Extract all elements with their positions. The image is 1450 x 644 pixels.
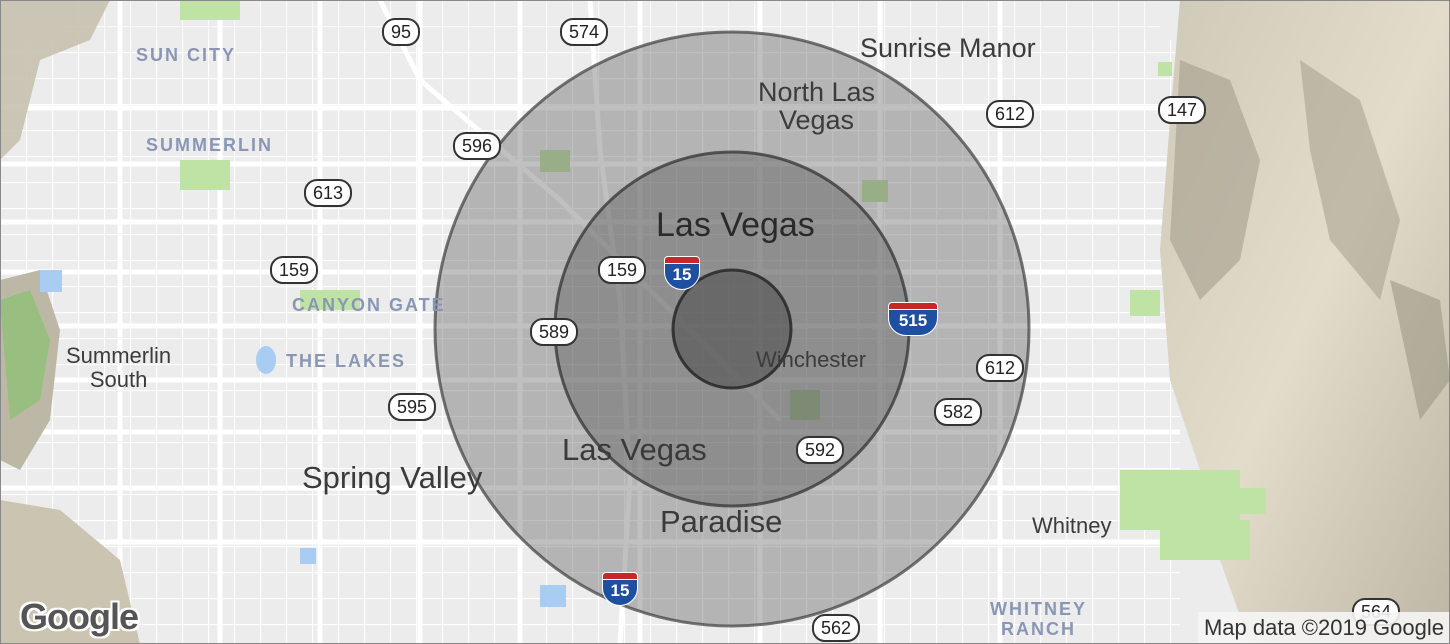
route-shield: 613: [304, 179, 353, 207]
label-paradise: Paradise: [660, 504, 783, 539]
route-shield: 612: [976, 354, 1025, 382]
google-logo[interactable]: Google: [20, 596, 139, 638]
label-canyon-gate: CANYON GATE: [292, 295, 446, 315]
route-shield: 592: [796, 436, 845, 464]
label-sun-city: SUN CITY: [136, 45, 237, 65]
label-winchester: Winchester: [756, 347, 867, 372]
route-shield: 574: [560, 18, 609, 46]
route-shield: 612: [986, 100, 1035, 128]
route-shield: 589: [530, 318, 579, 346]
interstate-shield: 15: [602, 572, 638, 606]
map-attribution[interactable]: Map data ©2019 Google: [1197, 612, 1450, 644]
route-shield: 562: [812, 614, 861, 642]
route-shield: 159: [270, 256, 319, 284]
label-sunrise-manor: Sunrise Manor: [860, 33, 1036, 63]
map-basemap: [0, 0, 1450, 644]
label-whitney-ranch: WHITNEY RANCH: [990, 599, 1087, 639]
label-whitney: Whitney: [1032, 513, 1112, 538]
label-summerlin-south: Summerlin South: [66, 343, 172, 393]
route-shield: 595: [388, 393, 437, 421]
interstate-shield: 515: [888, 302, 938, 336]
route-shield: 596: [453, 132, 502, 160]
label-the-lakes: THE LAKES: [286, 351, 407, 371]
label-las-vegas-south: Las Vegas: [562, 432, 707, 467]
label-spring-valley: Spring Valley: [302, 460, 483, 495]
route-shield: 159: [598, 256, 647, 284]
label-summerlin: SUMMERLIN: [146, 135, 273, 155]
label-north-las-vegas: North Las Vegas: [758, 77, 876, 136]
route-shield: 147: [1158, 96, 1207, 124]
route-shield: 95: [382, 18, 421, 46]
interstate-shield: 15: [664, 256, 700, 290]
map-view[interactable]: Las Vegas Las Vegas Sunrise Manor North …: [0, 0, 1450, 644]
route-shield: 582: [934, 398, 983, 426]
label-las-vegas: Las Vegas: [656, 206, 815, 244]
